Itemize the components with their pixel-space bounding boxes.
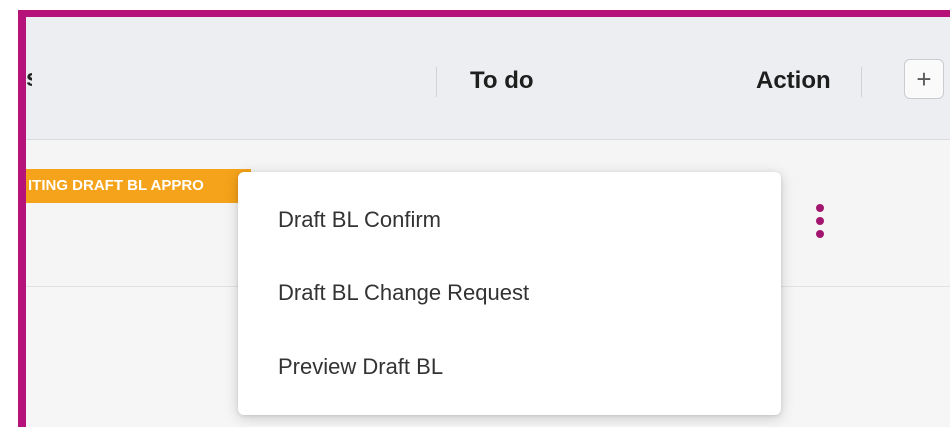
kebab-dot <box>816 217 824 225</box>
kebab-vertical-icon[interactable] <box>814 204 826 244</box>
add-column-button[interactable]: + <box>904 59 944 99</box>
column-divider <box>436 67 437 97</box>
menu-item-draft-bl-change-request[interactable]: Draft BL Change Request <box>278 280 529 306</box>
column-divider <box>861 67 862 97</box>
table-header: s To do Action + <box>26 17 950 140</box>
kebab-dot <box>816 230 824 238</box>
partial-column-header: s <box>26 65 32 93</box>
column-header-action: Action <box>756 67 831 94</box>
kebab-dot <box>816 204 824 212</box>
status-badge: ITING DRAFT BL APPRO <box>26 169 251 203</box>
column-header-todo: To do <box>470 67 534 94</box>
menu-item-draft-bl-confirm[interactable]: Draft BL Confirm <box>278 207 441 233</box>
highlight-border-left <box>18 10 26 427</box>
screen: s To do Action + ITING DRAFT BL APPRO Dr… <box>0 0 950 427</box>
menu-item-preview-draft-bl[interactable]: Preview Draft BL <box>278 354 443 380</box>
highlight-border-top <box>18 10 950 17</box>
row-actions-dropdown: Draft BL Confirm Draft BL Change Request… <box>238 172 781 415</box>
